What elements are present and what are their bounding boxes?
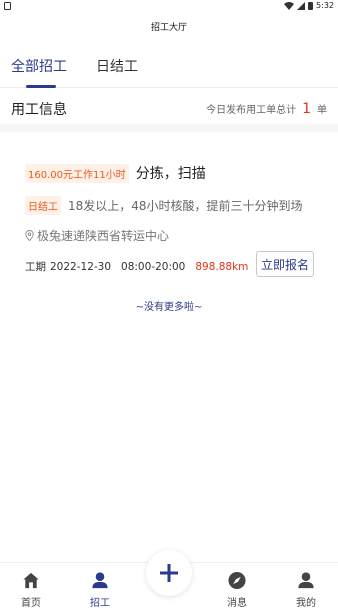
page-title: 招工大厅 [150,22,187,33]
user-icon [298,572,314,589]
compass-icon [228,571,246,590]
section-header: 用工信息 今日发布用工单总计 1 单 [0,90,338,124]
job-desc-row: 日结工 18发以上，48小时核酸，提前三十分钟到场 [25,196,303,215]
status-icons: 5:32 [284,1,334,10]
job-period-row: 工期 2022-12-30 08:00-20:00 898.88km [25,259,248,274]
nav-message[interactable]: 消息 [207,563,267,608]
battery-icon [308,1,314,10]
active-tab-indicator [26,85,56,88]
job-description: 18发以上，48小时核酸，提前三十分钟到场 [68,199,303,213]
tab-daily-worker[interactable]: 日结工 [96,56,138,76]
nav-home[interactable]: 首页 [1,563,61,608]
period-label: 工期 [25,261,46,273]
section-divider [0,124,338,132]
section-title: 用工信息 [11,102,67,118]
notification-icon [4,2,11,10]
daily-worker-tag: 日结工 [25,196,61,215]
location-pin-icon [25,230,34,241]
signal-icon [297,1,306,10]
person-icon [92,572,108,589]
nav-recruit-label: 招工 [90,598,110,608]
tab-all-recruit[interactable]: 全部招工 [11,56,67,76]
nav-mine[interactable]: 我的 [276,563,336,608]
tab-bar: 全部招工 日结工 [0,44,338,88]
apply-button[interactable]: 立即报名 [256,251,314,277]
job-location-row: 极兔速递陕西省转运中心 [25,227,169,244]
nav-home-label: 首页 [21,598,41,608]
plus-icon [160,564,178,582]
title-bar: 招工大厅 [0,14,338,38]
nav-message-label: 消息 [227,598,247,608]
list-end-text: ~没有更多啦~ [135,302,203,313]
job-distance: 898.88km [195,260,249,273]
count-number: 1 [302,101,311,117]
today-count: 今日发布用工单总计 1 单 [206,101,327,117]
job-card[interactable]: 160.00元工作11小时 分拣，扫描 日结工 18发以上，48小时核酸，提前三… [0,132,338,290]
salary-tag: 160.00元工作11小时 [25,163,129,183]
count-prefix: 今日发布用工单总计 [206,105,297,116]
job-location: 极兔速递陕西省转运中心 [37,229,170,243]
period-date: 2022-12-30 [50,260,112,273]
job-title-row: 160.00元工作11小时 分拣，扫描 [25,163,206,183]
nav-recruit[interactable]: 招工 [70,563,130,608]
post-job-button[interactable] [146,550,192,596]
home-icon [23,572,39,589]
nav-mine-label: 我的 [296,598,316,608]
job-title: 分拣，扫描 [135,166,206,182]
wifi-icon [284,1,295,10]
count-unit: 单 [317,105,327,116]
status-time: 5:32 [316,1,334,10]
status-bar: 5:32 [0,0,338,14]
period-time: 08:00-20:00 [121,260,186,273]
